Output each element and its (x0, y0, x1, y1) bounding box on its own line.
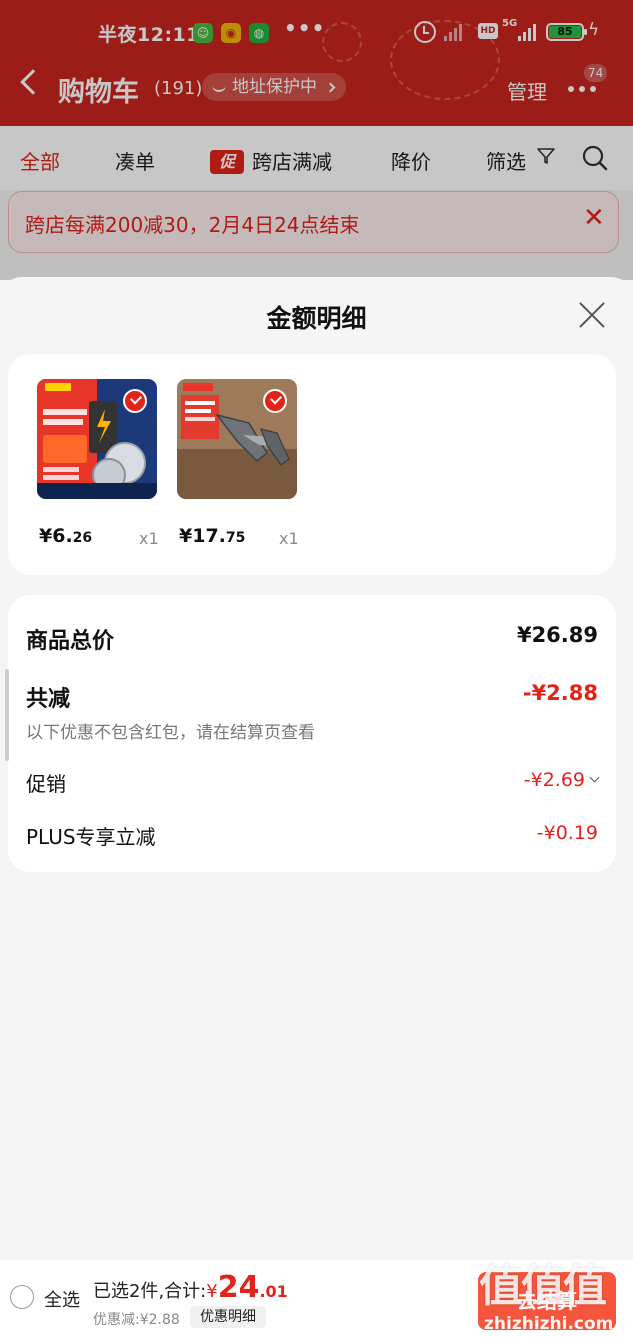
promo-label: 促销 (26, 772, 66, 796)
product-price: ¥6.26 (39, 525, 93, 547)
summary-card: 商品总价 ¥26.89 共减 -¥2.88 以下优惠不包含红包，请在结算页查看 … (8, 595, 616, 872)
total-dec: .01 (259, 1282, 288, 1301)
checked-icon (123, 389, 147, 413)
product-qty: x1 (139, 529, 159, 548)
total-yen: ¥ (206, 1281, 218, 1302)
product-price: ¥17.75 (179, 525, 246, 547)
plus-value: -¥0.19 (536, 822, 598, 844)
plus-label: PLUS专享立减 (26, 825, 156, 849)
checked-icon (263, 389, 287, 413)
product-item[interactable]: ¥17.75 x1 (177, 379, 299, 548)
product-image (37, 379, 157, 499)
product-qty: x1 (279, 529, 299, 548)
total-line: 已选2件,合计:¥24.01 (93, 1270, 288, 1305)
product-image (177, 379, 297, 499)
dim-overlay[interactable] (0, 0, 633, 280)
watermark-url: zhizhizhi.com (484, 1314, 614, 1334)
total-value: ¥26.89 (516, 623, 598, 647)
reduce-label: 共减 (26, 687, 71, 712)
discount-detail-button[interactable]: 优惠明细 (190, 1306, 266, 1328)
promo-value: -¥2.69 (523, 769, 585, 791)
sheet-title: 金额明细 (266, 304, 367, 333)
total-int: 24 (217, 1270, 260, 1305)
chevron-down-icon (589, 772, 600, 783)
selected-text: 已选2件,合计: (93, 1281, 207, 1302)
products-card: ¥6.26 x1 ¥17.75 x1 (8, 354, 616, 575)
watermark-logo: 值值值 (479, 1261, 607, 1312)
product-item[interactable]: ¥6.26 x1 (37, 379, 159, 548)
reduce-value: -¥2.88 (522, 681, 598, 705)
scroll-indicator (5, 669, 9, 761)
close-icon[interactable] (578, 301, 606, 329)
select-all-radio[interactable] (10, 1285, 34, 1309)
amount-detail-sheet: 金额明细 ¥6.26 x1 ¥17.75 x1 商品总价 ¥26.89 共减 -… (0, 277, 633, 1260)
total-label: 商品总价 (26, 629, 115, 654)
discount-text: 优惠减:¥2.88 (93, 1312, 180, 1328)
select-all-label[interactable]: 全选 (44, 1286, 80, 1312)
reduce-note: 以下优惠不包含红包，请在结算页查看 (26, 723, 315, 743)
promo-row-toggle[interactable]: -¥2.69 (523, 769, 600, 791)
